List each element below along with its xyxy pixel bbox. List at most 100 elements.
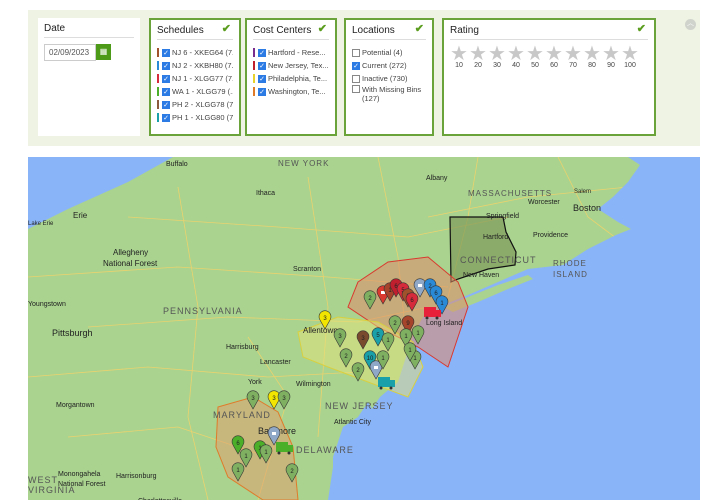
filter-option[interactable]: ✓ New Jersey, Tex...	[253, 59, 329, 72]
map-label: NEW JERSEY	[325, 401, 394, 411]
checkbox[interactable]: ✓	[258, 61, 266, 70]
map-label: Albany	[426, 175, 448, 182]
marker-count: 10	[367, 356, 374, 362]
checkbox[interactable]: ✓	[162, 100, 170, 109]
star-icon[interactable]: ★	[507, 44, 525, 64]
map-label: Harrisburg	[226, 344, 259, 351]
checkbox[interactable]	[352, 74, 360, 83]
checkbox[interactable]: ✓	[162, 61, 170, 70]
color-swatch	[157, 100, 159, 109]
map-label: Erie	[73, 211, 88, 220]
star-icon[interactable]: ★	[526, 44, 544, 64]
option-label: Hartford - Rese...	[268, 48, 326, 57]
checkbox[interactable]	[352, 48, 360, 57]
star-icon[interactable]: ★	[488, 44, 506, 64]
star-icon[interactable]: ★	[469, 44, 487, 64]
map-label: Monongahela	[58, 471, 101, 478]
checkbox[interactable]: ✓	[258, 48, 266, 57]
map-label: Ithaca	[256, 190, 275, 197]
map-label: MASSACHUSETTS	[468, 189, 552, 198]
map-label: Boston	[573, 203, 601, 213]
filter-option[interactable]: Potential (4)	[352, 46, 426, 59]
filter-option[interactable]: Inactive (730)	[352, 72, 426, 85]
checkbox[interactable]: ✓	[258, 87, 266, 96]
map-label: Allegheny	[113, 248, 148, 257]
checkbox[interactable]: ✓	[162, 113, 170, 122]
filter-option[interactable]: ✓ PH 1 - XLGG80 (7...	[157, 111, 233, 124]
option-label: NJ 2 - XKBH80 (7...	[172, 61, 233, 70]
filter-option[interactable]: ✓ Philadelphia, Te...	[253, 72, 329, 85]
map-label: Atlantic City	[334, 419, 371, 426]
date-title: Date	[44, 22, 134, 38]
map-label: MARYLAND	[213, 410, 271, 420]
star-label: 100	[624, 62, 636, 69]
map-label: Harrisonburg	[116, 473, 157, 480]
filter-option[interactable]: With Missing Bins (127)	[352, 85, 426, 107]
star-icon[interactable]: ★	[564, 44, 582, 64]
map[interactable]: Buffalo NEW YORK Albany MASSACHUSETTS Salem W…	[28, 157, 700, 500]
checkbox[interactable]: ✓	[162, 74, 170, 83]
star-icon[interactable]: ★	[545, 44, 563, 64]
filter-option[interactable]: ✓ NJ 1 - XLGG77 (7...	[157, 72, 233, 85]
color-swatch	[157, 87, 159, 96]
map-label: Worcester	[528, 199, 560, 206]
star-label: 40	[512, 62, 520, 69]
star-label: 50	[531, 62, 539, 69]
star-label: 60	[550, 62, 558, 69]
star-label: 30	[493, 62, 501, 69]
checkbox[interactable]	[352, 85, 360, 93]
filter-option[interactable]: ✓ WA 1 - XLGG79 (...	[157, 85, 233, 98]
cost-centers-title: Cost Centers	[253, 25, 312, 36]
option-label: Potential (4)	[362, 48, 403, 57]
schedules-filter: Schedules ✔ ✓ NJ 6 - XKEG64 (7... ✓ NJ 2 - X…	[149, 18, 241, 136]
option-label: With Missing Bins (127)	[362, 85, 422, 103]
locations-title: Locations	[352, 25, 395, 36]
star-icon[interactable]: ★	[602, 44, 620, 64]
filter-option[interactable]: ✓ NJ 6 - XKEG64 (7...	[157, 46, 233, 59]
checkbox[interactable]: ✓	[162, 48, 170, 57]
color-swatch	[157, 74, 159, 83]
locations-filter: Locations ✔ Potential (4) ✓ Current (272) In…	[344, 18, 434, 136]
rating-title: Rating	[450, 25, 479, 36]
color-swatch	[157, 113, 159, 122]
calendar-icon[interactable]: ▦	[96, 44, 111, 60]
filter-option[interactable]: ✓ Hartford - Rese...	[253, 46, 329, 59]
map-label: Youngstown	[28, 301, 66, 308]
date-filter: Date 02/09/2023 ▦	[38, 18, 140, 136]
option-label: NJ 6 - XKEG64 (7...	[172, 48, 233, 57]
option-label: WA 1 - XLGG79 (...	[172, 87, 233, 96]
map-label: Pittsburgh	[52, 328, 93, 338]
color-swatch	[157, 48, 159, 57]
map-label: National Forest	[103, 259, 158, 268]
option-label: PH 2 - XLGG78 (7...	[172, 100, 233, 109]
filter-panel: Date 02/09/2023 ▦ Schedules ✔ ✓ NJ 6 - XKE…	[28, 10, 700, 146]
map-label: RHODE	[553, 259, 587, 268]
star-label: 10	[455, 62, 463, 69]
filter-option[interactable]: ✓ PH 2 - XLGG78 (7...	[157, 98, 233, 111]
home-icon	[418, 284, 422, 287]
star-icon[interactable]: ★	[621, 44, 639, 64]
collapse-chevron-up-icon[interactable]: ︿	[685, 19, 696, 30]
date-input[interactable]: 02/09/2023	[44, 44, 96, 61]
star-icon[interactable]: ★	[583, 44, 601, 64]
map-label: ISLAND	[553, 270, 588, 279]
option-label: PH 1 - XLGG80 (7...	[172, 113, 233, 122]
rating-filter: Rating ✔ ★ ★ ★ ★ ★ ★ ★ ★ ★ ★ 10 20 30 40 50 60 70 80 90 100	[442, 18, 656, 136]
color-swatch	[253, 48, 255, 57]
checkbox[interactable]: ✓	[352, 61, 360, 70]
option-label: Philadelphia, Te...	[268, 74, 328, 83]
map-label: National Forest	[58, 481, 106, 488]
option-label: NJ 1 - XLGG77 (7...	[172, 74, 233, 83]
color-swatch	[253, 87, 255, 96]
map-label: Salem	[574, 189, 591, 195]
map-label: PENNSYLVANIA	[163, 306, 243, 316]
option-label: Inactive (730)	[362, 74, 408, 83]
star-icon[interactable]: ★	[450, 44, 468, 64]
map-label: WEST	[28, 475, 58, 485]
checkbox[interactable]: ✓	[162, 87, 170, 96]
checkbox[interactable]: ✓	[258, 74, 266, 83]
filter-option[interactable]: ✓ NJ 2 - XKBH80 (7...	[157, 59, 233, 72]
filter-option[interactable]: ✓ Washington, Te...	[253, 85, 329, 98]
filter-option[interactable]: ✓ Current (272)	[352, 59, 426, 72]
map-label: Buffalo	[166, 161, 188, 168]
